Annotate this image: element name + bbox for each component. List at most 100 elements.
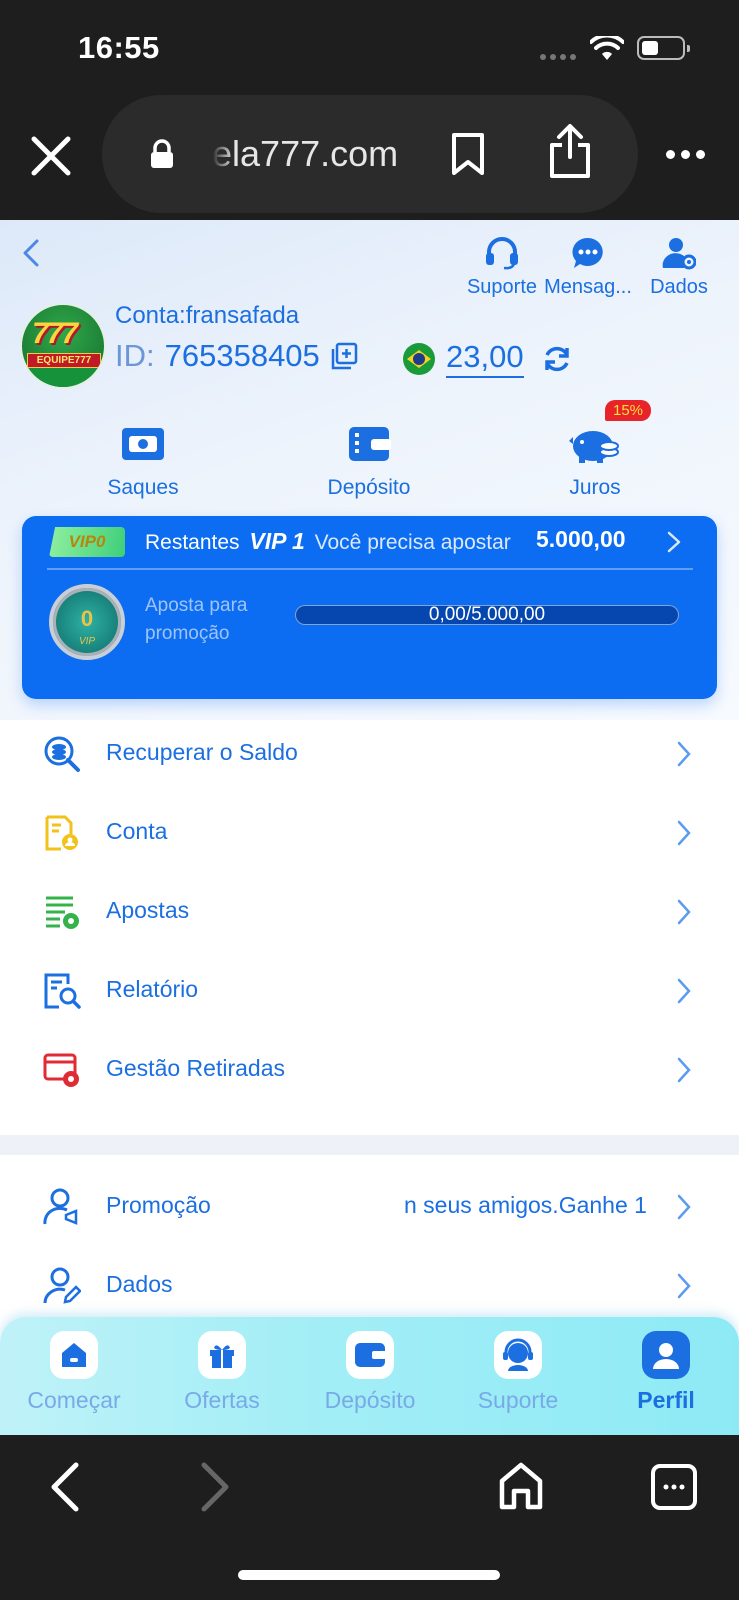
headset-icon <box>486 237 518 270</box>
vip-medal-level: 0 <box>80 606 94 631</box>
avatar[interactable]: 777 EQUIPE777 <box>20 303 106 389</box>
messages-action[interactable]: Mensag... <box>543 232 633 299</box>
avatar-logo-text: 777 <box>32 317 78 350</box>
tab-label: Depósito <box>324 1387 416 1413</box>
menu-item-bets[interactable]: Apostas <box>0 873 739 952</box>
chevron-right-icon <box>677 1273 691 1299</box>
vip-next-level: VIP 1 <box>249 528 305 554</box>
browser-toolbar: ela777.com <box>0 95 739 220</box>
section-divider <box>0 1135 739 1155</box>
status-bar: 16:55 <box>0 0 739 95</box>
bottom-tab-bar: Começar Ofertas Depósito Suporte Perfil <box>0 1317 739 1435</box>
vip-promo-label: Aposta para promoção <box>145 595 248 644</box>
bets-list-icon <box>46 896 79 929</box>
withdraw-button[interactable]: Saques <box>68 420 218 500</box>
chevron-right-icon <box>677 899 691 925</box>
tab-label: Perfil <box>637 1387 695 1413</box>
home-icon <box>62 1343 86 1367</box>
menu-label: Dados <box>106 1271 173 1297</box>
deposit-label: Depósito <box>327 476 411 499</box>
brazil-flag-icon <box>403 343 435 375</box>
menu-item-account[interactable]: Conta <box>0 794 739 873</box>
tab-support[interactable]: Suporte <box>448 1331 588 1414</box>
chevron-right-icon <box>677 1194 691 1220</box>
profile-icon <box>653 1343 679 1369</box>
tab-deposit[interactable]: Depósito <box>300 1331 440 1414</box>
vip-progress-text: 0,00/5.000,00 <box>428 605 546 625</box>
chevron-right-icon <box>677 741 691 767</box>
deposit-button[interactable]: Depósito <box>294 420 444 500</box>
vip-tag: VIP0 <box>49 527 125 557</box>
vip-divider <box>47 568 693 570</box>
lock-icon <box>151 139 173 168</box>
tab-offers[interactable]: Ofertas <box>152 1331 292 1414</box>
withdraw-settings-icon <box>43 1053 79 1087</box>
id-prefix: ID: <box>115 338 155 373</box>
avatar-logo-band: EQUIPE777 <box>27 353 101 368</box>
menu-item-withdraw-management[interactable]: Gestão Retiradas <box>0 1031 739 1110</box>
chevron-right-icon <box>677 820 691 846</box>
chevron-right-icon <box>677 978 691 1004</box>
data-action-label: Dados <box>650 276 708 298</box>
withdraw-icon <box>122 428 164 460</box>
vip-medal-icon: 0 VIP <box>49 584 125 660</box>
menu-label: Relatório <box>106 976 199 1002</box>
tab-start[interactable]: Começar <box>4 1331 144 1414</box>
piggy-bank-icon <box>569 431 619 463</box>
tabs-overview-icon[interactable] <box>650 1463 698 1511</box>
share-icon[interactable] <box>548 123 592 179</box>
account-id: ID: 765358405 <box>115 338 358 374</box>
bookmark-icon[interactable] <box>450 132 486 176</box>
menu-item-report[interactable]: Relatório <box>0 952 739 1031</box>
more-options-icon[interactable] <box>666 150 705 159</box>
forward-icon[interactable] <box>198 1461 232 1513</box>
menu-item-recover-balance[interactable]: Recuperar o Saldo <box>0 715 739 794</box>
refresh-icon[interactable] <box>542 344 572 374</box>
coin-search-icon <box>44 736 80 772</box>
menu-item-data[interactable]: Dados <box>0 1247 739 1326</box>
account-name: Conta:fransafada <box>115 302 300 329</box>
chevron-right-icon <box>677 1057 691 1083</box>
chat-icon <box>572 237 603 268</box>
back-arrow-icon[interactable] <box>20 238 42 268</box>
home-indicator <box>238 1570 500 1580</box>
menu-label: Conta <box>106 818 168 844</box>
data-action[interactable]: Dados <box>634 232 724 299</box>
home-icon[interactable] <box>498 1461 544 1511</box>
vip-remaining: Restantes <box>145 531 240 554</box>
id-value: 765358405 <box>164 338 320 373</box>
tab-label: Começar <box>27 1387 121 1413</box>
tab-label: Suporte <box>477 1387 559 1413</box>
chevron-right-icon[interactable] <box>666 530 682 554</box>
account-doc-icon <box>45 815 78 851</box>
tab-label: Ofertas <box>184 1387 260 1413</box>
menu-item-promotion[interactable]: Promoção n seus amigos.Ganhe 1 <box>0 1168 739 1247</box>
interest-button[interactable]: Juros <box>520 420 670 500</box>
menu-label: Recuperar o Saldo <box>106 739 298 765</box>
messages-action-label: Mensag... <box>544 276 632 298</box>
gift-icon <box>210 1345 234 1368</box>
support-action[interactable]: Suporte <box>457 232 547 299</box>
interest-badge: 15% <box>605 400 652 421</box>
balance-value: 23,00 <box>446 338 524 378</box>
copy-icon[interactable] <box>330 342 358 370</box>
status-time: 16:55 <box>78 30 160 65</box>
vip-requirement: Restantes VIP 1 Você precisa apostar <box>145 528 511 555</box>
tab-profile[interactable]: Perfil <box>596 1331 736 1414</box>
battery-icon <box>637 36 690 60</box>
cellular-signal-icon <box>540 54 576 60</box>
vip-need-text: Você precisa apostar <box>314 531 511 554</box>
web-content: Suporte Mensag... Dados 777 EQUIPE777 Co… <box>0 220 739 1435</box>
vip-card[interactable]: VIP0 Restantes VIP 1 Você precisa aposta… <box>22 516 717 699</box>
support-agent-icon <box>503 1338 533 1371</box>
withdraw-label: Saques <box>107 476 179 499</box>
wallet-icon <box>355 1343 386 1367</box>
close-icon[interactable] <box>28 133 74 179</box>
user-edit-icon <box>43 1267 81 1304</box>
profile-menu: Recuperar o Saldo Conta Apostas Relatóri… <box>0 715 739 1110</box>
wifi-icon <box>590 36 624 60</box>
report-search-icon <box>44 973 81 1009</box>
menu-label: Promoção <box>106 1192 211 1218</box>
back-icon[interactable] <box>48 1461 82 1513</box>
address-bar[interactable]: ela777.com <box>102 95 638 213</box>
